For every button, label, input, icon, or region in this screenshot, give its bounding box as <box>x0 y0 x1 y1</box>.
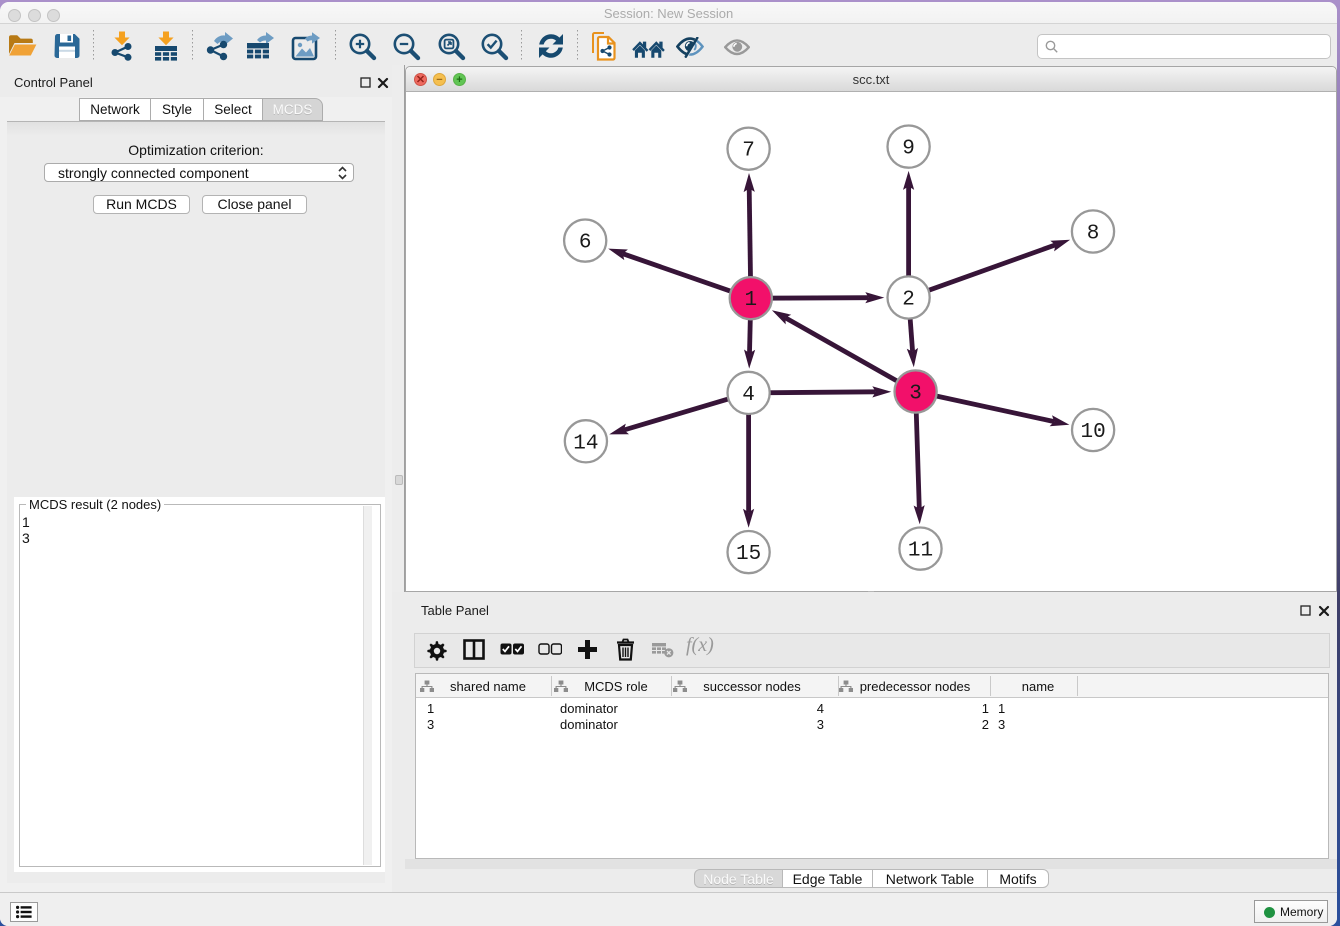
svg-text:7: 7 <box>742 140 755 163</box>
svg-text:1: 1 <box>744 289 757 312</box>
svg-text:2: 2 <box>902 289 915 312</box>
svg-text:14: 14 <box>573 432 598 455</box>
svg-text:10: 10 <box>1080 421 1105 444</box>
svg-text:9: 9 <box>902 138 915 161</box>
svg-text:4: 4 <box>742 384 755 407</box>
svg-text:6: 6 <box>579 232 592 255</box>
svg-text:3: 3 <box>909 383 922 406</box>
svg-text:8: 8 <box>1087 223 1100 246</box>
svg-text:11: 11 <box>908 540 933 563</box>
svg-text:15: 15 <box>736 543 761 566</box>
